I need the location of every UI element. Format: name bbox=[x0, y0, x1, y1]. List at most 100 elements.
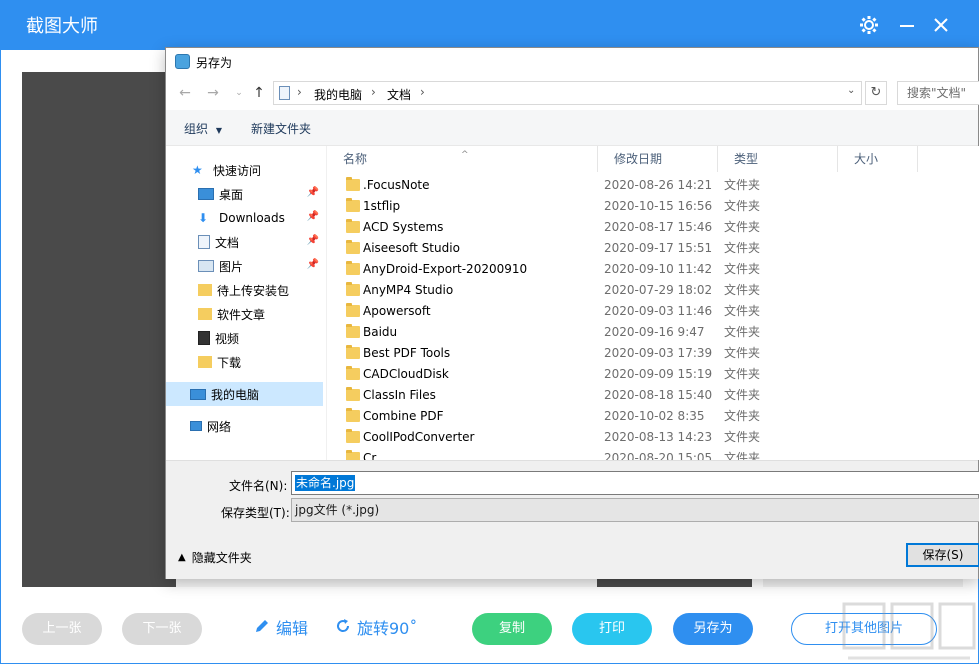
nav-item[interactable]: 我的电脑 bbox=[166, 382, 323, 406]
recent-dropdown-icon[interactable]: ⌄ bbox=[230, 84, 248, 102]
breadcrumb-item[interactable]: 文档 bbox=[387, 86, 411, 103]
folder-icon bbox=[346, 347, 360, 359]
nav-item-label: 文档 bbox=[215, 234, 239, 251]
organize-label: 组织 bbox=[184, 122, 208, 136]
folder-icon bbox=[346, 221, 360, 233]
folder-icon bbox=[346, 284, 360, 296]
rotate-button[interactable]: 旋转90˚ bbox=[335, 617, 417, 641]
file-row[interactable]: Best PDF Tools2020-09-03 17:39文件夹 bbox=[327, 343, 979, 364]
save-as-button[interactable]: 另存为 bbox=[673, 613, 753, 645]
file-row[interactable]: AnyDroid-Export-202009102020-09-10 11:42… bbox=[327, 259, 979, 280]
file-row[interactable]: Apowersoft2020-09-03 11:46文件夹 bbox=[327, 301, 979, 322]
sort-ascending-icon: ^ bbox=[461, 146, 469, 168]
nav-item[interactable]: 待上传安装包 bbox=[166, 278, 323, 302]
forward-arrow-icon[interactable]: → bbox=[204, 84, 222, 102]
next-image-button[interactable]: 下一张 bbox=[122, 613, 202, 645]
file-row[interactable]: CoolIPodConverter2020-08-13 14:23文件夹 bbox=[327, 427, 979, 448]
file-row[interactable]: CADCloudDisk2020-09-09 15:19文件夹 bbox=[327, 364, 979, 385]
breadcrumb-separator: › bbox=[297, 85, 302, 99]
file-row[interactable]: Aiseesoft Studio2020-09-17 15:51文件夹 bbox=[327, 238, 979, 259]
nav-item[interactable]: 图片📌 bbox=[166, 254, 323, 278]
file-date: 2020-07-29 18:02 bbox=[604, 280, 712, 301]
column-header-date[interactable]: 修改日期 bbox=[598, 146, 718, 172]
column-header-name[interactable]: 名称 ^ bbox=[327, 146, 598, 172]
filename-value: 未命名.jpg bbox=[295, 475, 355, 491]
new-folder-button[interactable]: 新建文件夹 bbox=[251, 120, 311, 137]
folder-icon bbox=[346, 200, 360, 212]
refresh-icon[interactable]: ↻ bbox=[865, 81, 887, 105]
download-icon: ⬇ bbox=[198, 211, 214, 225]
minimize-icon[interactable] bbox=[895, 14, 919, 38]
column-name-label: 名称 bbox=[343, 152, 367, 166]
up-arrow-icon[interactable]: ↑ bbox=[250, 84, 268, 102]
file-name: ClassIn Files bbox=[363, 385, 436, 406]
address-bar[interactable]: › 我的电脑 › 文档 › ⌄ bbox=[273, 81, 862, 105]
file-type: 文件夹 bbox=[724, 175, 760, 196]
search-input[interactable]: 搜索"文档" bbox=[897, 81, 979, 105]
file-type: 文件夹 bbox=[724, 238, 760, 259]
nav-item[interactable]: 视频 bbox=[166, 326, 323, 350]
nav-item[interactable]: 网络 bbox=[166, 414, 323, 438]
folder-icon bbox=[346, 305, 360, 317]
file-row[interactable]: AnyMP4 Studio2020-07-29 18:02文件夹 bbox=[327, 280, 979, 301]
chevron-down-icon[interactable]: ⌄ bbox=[847, 85, 855, 96]
nav-item-label: 我的电脑 bbox=[211, 386, 259, 403]
copy-button[interactable]: 复制 bbox=[472, 613, 552, 645]
file-date: 2020-10-02 8:35 bbox=[604, 406, 705, 427]
file-row[interactable]: Combine PDF2020-10-02 8:35文件夹 bbox=[327, 406, 979, 427]
breadcrumb-separator: › bbox=[371, 85, 376, 99]
column-header-size[interactable]: 大小 bbox=[838, 146, 918, 172]
column-header-type[interactable]: 类型 bbox=[718, 146, 838, 172]
file-name: Aiseesoft Studio bbox=[363, 238, 460, 259]
filename-input[interactable]: 未命名.jpg bbox=[291, 471, 979, 495]
nav-item[interactable]: ★快速访问 bbox=[166, 158, 323, 182]
file-row[interactable]: 1stflip2020-10-15 16:56文件夹 bbox=[327, 196, 979, 217]
nav-item-label: 待上传安装包 bbox=[217, 282, 289, 299]
save-button[interactable]: 保存(S) bbox=[906, 543, 979, 567]
app-icon bbox=[175, 54, 190, 69]
file-name: .FocusNote bbox=[363, 175, 430, 196]
folder-icon bbox=[346, 389, 360, 401]
file-name: ACD Systems bbox=[363, 217, 443, 238]
file-name: Baidu bbox=[363, 322, 397, 343]
filetype-label: 保存类型(T): bbox=[221, 504, 290, 521]
file-date: 2020-08-20 15:05 bbox=[604, 448, 712, 460]
file-name: Apowersoft bbox=[363, 301, 431, 322]
file-row[interactable]: .FocusNote 2020-08-26 14:21 文件夹 bbox=[327, 175, 979, 196]
file-row[interactable]: ACD Systems2020-08-17 15:46文件夹 bbox=[327, 217, 979, 238]
file-name: Combine PDF bbox=[363, 406, 444, 427]
pencil-icon bbox=[254, 617, 270, 641]
document-icon bbox=[279, 86, 290, 100]
folder-icon bbox=[346, 263, 360, 275]
file-type: 文件夹 bbox=[724, 217, 760, 238]
folder-icon bbox=[346, 368, 360, 380]
file-date: 2020-09-09 15:19 bbox=[604, 364, 712, 385]
nav-item-label: 图片 bbox=[219, 258, 243, 275]
organize-menu[interactable]: 组织 ▼ bbox=[184, 120, 222, 137]
file-date: 2020-08-26 14:21 bbox=[604, 175, 712, 196]
file-row[interactable]: Cr...2020-08-20 15:05文件夹 bbox=[327, 448, 979, 460]
print-button[interactable]: 打印 bbox=[572, 613, 652, 645]
breadcrumb-item[interactable]: 我的电脑 bbox=[314, 86, 362, 103]
close-icon[interactable] bbox=[929, 14, 953, 38]
hide-folders-toggle[interactable]: ▲ 隐藏文件夹 bbox=[178, 549, 252, 566]
nav-item[interactable]: ⬇Downloads📌 bbox=[166, 206, 323, 230]
gear-icon[interactable] bbox=[857, 14, 881, 38]
file-row[interactable]: ClassIn Files2020-08-18 15:40文件夹 bbox=[327, 385, 979, 406]
nav-item-label: 快速访问 bbox=[213, 162, 261, 179]
file-name: AnyMP4 Studio bbox=[363, 280, 453, 301]
navigation-pane: ★快速访问桌面📌⬇Downloads📌文档📌图片📌 待上传安装包软件文章视频下载我… bbox=[166, 146, 326, 460]
back-arrow-icon[interactable]: ← bbox=[176, 84, 194, 102]
file-date: 2020-09-10 11:42 bbox=[604, 259, 712, 280]
nav-item[interactable]: 文档📌 bbox=[166, 230, 323, 254]
edit-button[interactable]: 编辑 bbox=[254, 617, 308, 641]
folder-icon bbox=[346, 179, 360, 191]
nav-item[interactable]: 软件文章 bbox=[166, 302, 323, 326]
nav-item[interactable]: 下载 bbox=[166, 350, 323, 374]
nav-item[interactable]: 桌面📌 bbox=[166, 182, 323, 206]
filetype-select[interactable]: jpg文件 (*.jpg) bbox=[291, 498, 979, 522]
file-row[interactable]: Baidu2020-09-16 9:47文件夹 bbox=[327, 322, 979, 343]
prev-image-button[interactable]: 上一张 bbox=[22, 613, 102, 645]
folder-icon bbox=[198, 308, 212, 320]
file-type: 文件夹 bbox=[724, 301, 760, 322]
